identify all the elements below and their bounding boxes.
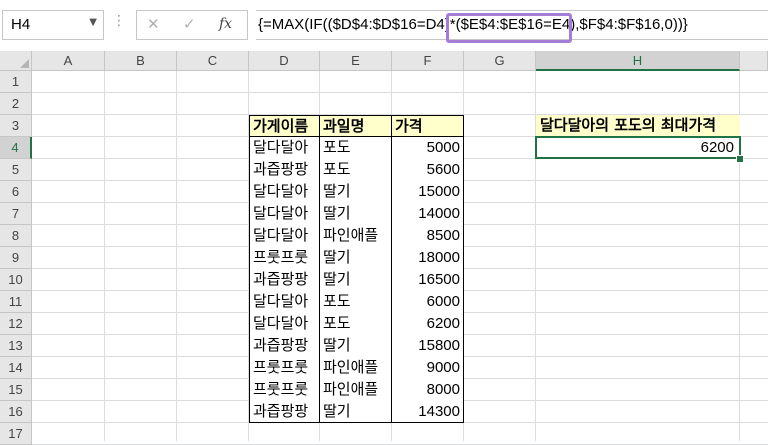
selected-cell-outline — [535, 136, 741, 159]
column-header-filler — [740, 51, 768, 71]
row-header-14[interactable]: 14 — [0, 357, 32, 379]
store-cell[interactable]: 달다달아 — [249, 313, 320, 335]
fruit-cell[interactable]: 딸기 — [320, 181, 392, 203]
table-header-cell[interactable]: 과일명 — [320, 115, 392, 137]
row-header-9[interactable]: 9 — [0, 247, 32, 269]
column-header-e[interactable]: E — [320, 51, 392, 71]
row-header-8[interactable]: 8 — [0, 225, 32, 247]
gridline-horizontal — [32, 92, 768, 93]
row-header-10[interactable]: 10 — [0, 269, 32, 291]
spreadsheet-grid[interactable]: A B C D E F G H 1 2 3 4 5 6 7 8 9 10 11 12 13 14 15 16 17 가게이름 과일명… — [0, 51, 768, 445]
select-all-corner[interactable] — [0, 51, 32, 71]
fruit-cell[interactable]: 딸기 — [320, 335, 392, 357]
table-header-cell[interactable]: 가격 — [392, 115, 464, 137]
row-header-12[interactable]: 12 — [0, 313, 32, 335]
formula-buttons: ✕ ✓ fx — [136, 10, 248, 40]
price-cell[interactable]: 14300 — [392, 401, 464, 423]
store-cell[interactable]: 달다달아 — [249, 225, 320, 247]
column-header-f[interactable]: F — [392, 51, 464, 71]
column-header-g[interactable]: G — [464, 51, 536, 71]
chevron-down-icon[interactable]: ▼ — [89, 17, 97, 28]
price-cell[interactable]: 6000 — [392, 291, 464, 313]
fruit-cell[interactable]: 파인애플 — [320, 225, 392, 247]
row-header-7[interactable]: 7 — [0, 203, 32, 225]
store-cell[interactable]: 과즙팡팡 — [249, 401, 320, 423]
fill-handle[interactable] — [736, 155, 744, 163]
row-header-5[interactable]: 5 — [0, 159, 32, 181]
row-header-13[interactable]: 13 — [0, 335, 32, 357]
row-header-17[interactable]: 17 — [0, 423, 32, 445]
fruit-cell[interactable]: 딸기 — [320, 247, 392, 269]
price-cell[interactable]: 9000 — [392, 357, 464, 379]
fruit-cell[interactable]: 포도 — [320, 159, 392, 181]
result-label[interactable]: 달다달아의 포도의 최대가격 — [536, 115, 740, 137]
column-header-b[interactable]: B — [105, 51, 177, 71]
formula-highlight-box — [446, 13, 572, 43]
price-cell[interactable]: 15000 — [392, 181, 464, 203]
price-cell[interactable]: 14000 — [392, 203, 464, 225]
row-header-15[interactable]: 15 — [0, 379, 32, 401]
store-cell[interactable]: 프룻프룻 — [249, 357, 320, 379]
fruit-cell[interactable]: 포도 — [320, 313, 392, 335]
store-cell[interactable]: 과즙팡팡 — [249, 335, 320, 357]
price-cell[interactable]: 5000 — [392, 137, 464, 159]
table-header-cell[interactable]: 가게이름 — [249, 115, 320, 137]
gridline-vertical — [176, 71, 177, 441]
gridline-vertical — [104, 71, 105, 441]
price-cell[interactable]: 6200 — [392, 313, 464, 335]
more-options-icon[interactable]: ⋮ — [112, 13, 126, 29]
fruit-cell[interactable]: 딸기 — [320, 203, 392, 225]
store-cell[interactable]: 달다달아 — [249, 291, 320, 313]
column-header-d[interactable]: D — [249, 51, 320, 71]
price-cell[interactable]: 8000 — [392, 379, 464, 401]
fruit-cell[interactable]: 포도 — [320, 291, 392, 313]
name-box-value: H4 — [11, 16, 31, 33]
store-cell[interactable]: 달다달아 — [249, 203, 320, 225]
fruit-cell[interactable]: 딸기 — [320, 269, 392, 291]
store-cell[interactable]: 프룻프룻 — [249, 379, 320, 401]
column-header-c[interactable]: C — [177, 51, 249, 71]
enter-icon[interactable]: ✓ — [183, 15, 196, 33]
row-header-6[interactable]: 6 — [0, 181, 32, 203]
row-header-11[interactable]: 11 — [0, 291, 32, 313]
cancel-icon[interactable]: ✕ — [147, 15, 160, 33]
insert-function-icon[interactable]: fx — [219, 16, 232, 32]
row-header-16[interactable]: 16 — [0, 401, 32, 423]
store-cell[interactable]: 달다달아 — [249, 137, 320, 159]
price-cell[interactable]: 8500 — [392, 225, 464, 247]
fruit-cell[interactable]: 파인애플 — [320, 357, 392, 379]
price-cell[interactable]: 16500 — [392, 269, 464, 291]
store-cell[interactable]: 과즙팡팡 — [249, 269, 320, 291]
name-box[interactable]: H4 ▼ — [2, 10, 104, 40]
column-header-h[interactable]: H — [536, 51, 740, 71]
fruit-cell[interactable]: 포도 — [320, 137, 392, 159]
store-cell[interactable]: 프룻프룻 — [249, 247, 320, 269]
fruit-cell[interactable]: 딸기 — [320, 401, 392, 423]
fruit-cell[interactable]: 파인애플 — [320, 379, 392, 401]
formula-bar-area: H4 ▼ ⋮ ✕ ✓ fx {=MAX(IF(($D$4:$D$16=D4)*(… — [0, 0, 768, 51]
price-cell[interactable]: 18000 — [392, 247, 464, 269]
row-header-1[interactable]: 1 — [0, 71, 32, 93]
price-cell[interactable]: 5600 — [392, 159, 464, 181]
store-cell[interactable]: 달다달아 — [249, 181, 320, 203]
store-cell[interactable]: 과즙팡팡 — [249, 159, 320, 181]
column-header-a[interactable]: A — [32, 51, 105, 71]
row-header-4[interactable]: 4 — [0, 137, 32, 159]
price-cell[interactable]: 15800 — [392, 335, 464, 357]
row-header-3[interactable]: 3 — [0, 115, 32, 137]
row-header-2[interactable]: 2 — [0, 93, 32, 115]
